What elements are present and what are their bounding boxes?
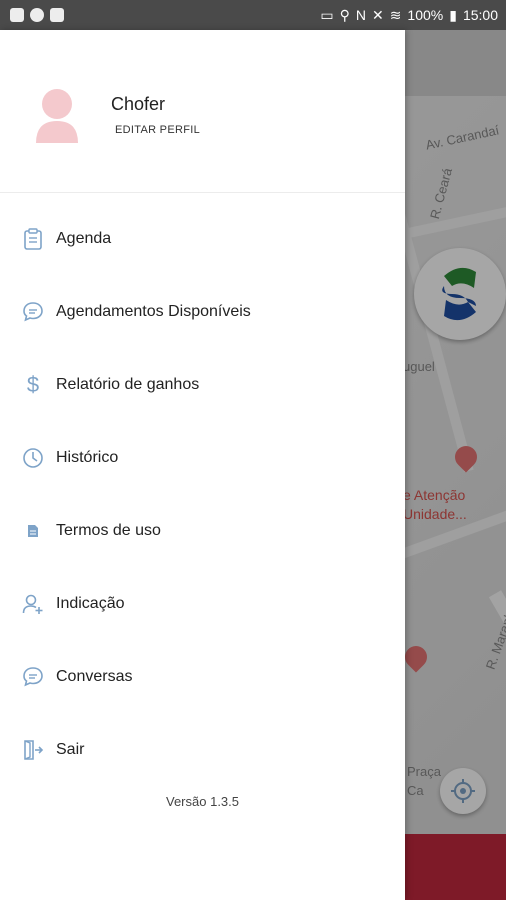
menu-item-label: Termos de uso — [56, 521, 161, 539]
menu-item-logout[interactable]: Sair — [0, 713, 405, 786]
mute-icon: ✕ — [371, 6, 384, 23]
drawer-scrim[interactable] — [405, 30, 506, 900]
menu-item-terms-of-use[interactable]: Termos de uso — [0, 494, 405, 567]
menu-item-earnings-report[interactable]: $ Relatório de ganhos — [0, 348, 405, 421]
menu-item-label: Sair — [56, 740, 85, 758]
menu-item-referral[interactable]: Indicação — [0, 567, 405, 640]
nfc-icon: N — [355, 7, 366, 23]
screen-cast-icon: ▭ — [320, 6, 334, 23]
status-bar: ▭ ⚲ N ✕ ≋ 100% ▮ 15:00 — [0, 0, 506, 30]
drawer-menu: Agenda Agendamentos Disponíveis $ Relató… — [0, 202, 405, 786]
menu-item-label: Agenda — [56, 229, 112, 247]
menu-item-history[interactable]: Histórico — [0, 421, 405, 494]
menu-item-agenda[interactable]: Agenda — [0, 202, 405, 275]
location-icon: ⚲ — [339, 6, 350, 23]
chat-bubble-icon — [21, 300, 45, 324]
battery-percent: 100% — [407, 7, 444, 23]
document-icon — [21, 519, 45, 543]
dollar-icon: $ — [26, 371, 40, 397]
clock-time: 15:00 — [462, 7, 498, 23]
app-version: Versão 1.3.5 — [166, 794, 239, 809]
menu-item-available-schedules[interactable]: Agendamentos Disponíveis — [0, 275, 405, 348]
menu-item-label: Relatório de ganhos — [56, 375, 200, 393]
cast-icon — [10, 8, 24, 22]
menu-item-label: Conversas — [56, 667, 133, 685]
logout-icon — [21, 738, 45, 762]
clipboard-icon — [21, 227, 45, 251]
user-avatar-icon — [36, 89, 78, 143]
clock-icon — [21, 446, 45, 470]
menu-item-label: Indicação — [56, 594, 125, 612]
add-user-icon — [21, 592, 45, 616]
menu-item-conversations[interactable]: Conversas — [0, 640, 405, 713]
minus-circle-icon — [30, 8, 44, 22]
profile-name: Chofer — [111, 94, 166, 114]
navigation-drawer: Chofer EDITAR PERFIL Agenda Agendamentos… — [0, 30, 405, 900]
avatar[interactable] — [34, 87, 80, 143]
bag-icon — [50, 8, 64, 22]
menu-item-label: Agendamentos Disponíveis — [56, 302, 251, 320]
menu-item-label: Histórico — [56, 448, 119, 466]
wifi-icon: ≋ — [389, 6, 402, 23]
battery-icon: ▮ — [449, 6, 457, 23]
drawer-header: Chofer EDITAR PERFIL — [0, 30, 405, 193]
chat-bubble-icon — [21, 665, 45, 689]
edit-profile-link[interactable]: EDITAR PERFIL — [115, 124, 200, 136]
